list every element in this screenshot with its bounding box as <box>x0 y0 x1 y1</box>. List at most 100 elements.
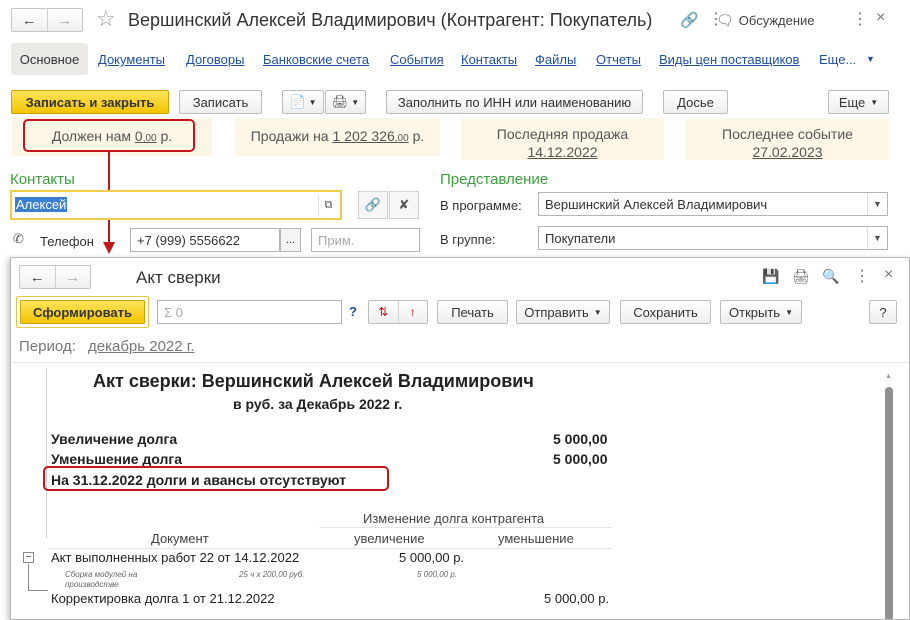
pointer-arrow-head <box>103 242 115 254</box>
collapse-group-button[interactable]: − <box>23 552 34 563</box>
fill-by-inn-button[interactable]: Заполнить по ИНН или наименованию <box>386 90 643 114</box>
print-button[interactable]: Печать <box>437 300 508 324</box>
report-window: ← → Акт сверки 💾 🖨 🔍 ⋮ × Сформировать Σ … <box>10 257 910 620</box>
last-sale-date[interactable]: 14.12.2022 <box>461 143 664 161</box>
last-event-info: Последнее событие 27.02.2023 <box>686 118 889 160</box>
row2-decrease: 5 000,00 р. <box>544 591 610 606</box>
tab-documents[interactable]: Документы <box>98 52 165 67</box>
table-group-header: Изменение долга контрагента <box>363 511 545 526</box>
tab-supplier-prices[interactable]: Виды цен поставщиков <box>659 52 799 67</box>
last-event-date[interactable]: 27.02.2023 <box>686 143 889 161</box>
table-header-bottom-line <box>47 548 612 549</box>
tab-main[interactable]: Основное <box>11 43 88 75</box>
row2-document[interactable]: Корректировка долга 1 от 21.12.2022 <box>51 591 275 606</box>
create-based-on-button[interactable]: 📄 ▼ <box>282 90 324 114</box>
report-nav-buttons: ← → <box>19 265 91 289</box>
save-close-button[interactable]: Записать и закрыть <box>11 90 169 114</box>
tab-events[interactable]: События <box>390 52 444 67</box>
open-button[interactable]: Открыть ▼ <box>720 300 802 324</box>
chevron-down-icon: ▼ <box>308 97 317 107</box>
link-contact-button[interactable]: 🔗 <box>358 191 388 219</box>
window-title: Вершинский Алексей Владимирович (Контраг… <box>128 10 653 30</box>
back-arrow-icon[interactable]: ← <box>20 266 55 288</box>
chevron-down-icon[interactable]: ▼ <box>867 193 887 215</box>
program-field[interactable]: Вершинский Алексей Владимирович ▼ <box>538 192 888 216</box>
chevron-down-icon[interactable]: ▼ <box>867 227 887 249</box>
more-actions-label: Еще <box>838 94 866 110</box>
chat-icon: 🗨 <box>716 12 734 28</box>
decrease-value: 5 000,00 <box>553 451 608 467</box>
preview-icon[interactable]: 🔍 <box>822 268 839 285</box>
group-tree-elbow <box>28 590 48 591</box>
sum-field[interactable]: Σ 0 <box>157 300 342 324</box>
broken-link-icon: ✘ <box>398 197 410 212</box>
sum-placeholder: Σ 0 <box>164 304 183 320</box>
document-plus-icon: 📄 <box>289 94 306 109</box>
open-label: Открыть <box>729 304 781 320</box>
decrease-label: Уменьшение долга <box>51 451 183 467</box>
sort-ascending-icon[interactable]: ↑ <box>397 301 428 323</box>
forward-arrow-icon[interactable]: → <box>54 266 91 288</box>
help-link[interactable]: ? <box>349 304 357 319</box>
print-icon[interactable]: 🖨 <box>792 268 810 285</box>
row1-increase: 5 000,00 р. <box>399 550 465 565</box>
sales-suffix: р. <box>408 128 425 144</box>
save-report-button[interactable]: Сохранить <box>620 300 711 324</box>
forward-arrow-icon[interactable]: → <box>46 9 83 31</box>
phone-field[interactable]: +7 (999) 5556622 <box>130 228 280 252</box>
phone-label: Телефон <box>40 234 94 249</box>
close-icon[interactable]: × <box>876 9 885 27</box>
print-menu-button[interactable]: 🖨 ▼ <box>325 90 366 114</box>
contact-name-field[interactable]: Алексей ⧉ <box>10 190 342 220</box>
close-icon[interactable]: × <box>884 266 893 284</box>
tab-more[interactable]: Еще... <box>819 52 856 67</box>
help-button[interactable]: ? <box>869 300 897 324</box>
representation-heading: Представление <box>440 171 549 188</box>
tab-contacts[interactable]: Контакты <box>461 52 517 67</box>
sales-cents: ,00 <box>394 133 409 144</box>
phone-note-placeholder: Прим. <box>318 232 355 248</box>
more-vertical-icon-2[interactable]: ⋮ <box>852 9 868 29</box>
link-icon[interactable]: 🔗 <box>680 11 699 29</box>
discussion-button[interactable]: 🗨 Обсуждение <box>716 12 815 29</box>
tab-more-dropdown-icon[interactable]: ▼ <box>866 54 875 64</box>
vertical-scrollbar-thumb[interactable] <box>885 387 893 619</box>
save-button[interactable]: Записать <box>179 90 262 114</box>
last-sale-info: Последняя продажа 14.12.2022 <box>461 118 664 160</box>
scroll-up-arrow-icon[interactable]: ▲ <box>885 373 892 380</box>
save-disk-icon[interactable]: 💾 <box>762 268 779 285</box>
phone-value: +7 (999) 5556622 <box>137 232 241 248</box>
phone-more-button[interactable]: ... <box>280 228 301 252</box>
program-label: В программе: <box>440 198 522 213</box>
open-icon[interactable]: ⧉ <box>318 195 338 215</box>
sales-value-link[interactable]: 1 202 326,00 <box>332 128 408 144</box>
group-value: Покупатели <box>545 230 616 246</box>
tab-contracts[interactable]: Договоры <box>186 52 244 67</box>
discussion-label: Обсуждение <box>738 13 815 28</box>
row1-sub-doc-line1: Сборка модулей на <box>65 570 138 579</box>
dossier-button[interactable]: Досье <box>663 90 728 114</box>
group-label: В группе: <box>440 232 496 247</box>
tab-bank-accounts[interactable]: Банковские счета <box>263 52 369 67</box>
row1-document[interactable]: Акт выполненных работ 22 от 14.12.2022 <box>51 550 299 565</box>
tab-reports[interactable]: Отчеты <box>596 52 641 67</box>
phone-note-field[interactable]: Прим. <box>311 228 420 252</box>
contacts-heading: Контакты <box>10 171 75 188</box>
program-value: Вершинский Алексей Владимирович <box>545 196 768 212</box>
tab-files[interactable]: Файлы <box>535 52 576 67</box>
send-button[interactable]: Отправить ▼ <box>516 300 610 324</box>
row1-sub-qty: 25 ч х 200,00 руб. <box>239 570 305 579</box>
sort-descending-icon[interactable]: ⇅ <box>369 301 398 323</box>
more-vertical-icon[interactable]: ⋮ <box>854 266 870 286</box>
period-value[interactable]: декабрь 2022 г. <box>88 338 195 355</box>
favorite-star-icon[interactable]: ☆ <box>96 6 116 32</box>
sales-info: Продажи на 1 202 326,00 р. <box>235 118 440 156</box>
report-area: Акт сверки: Вершинский Алексей Владимиро… <box>11 363 909 619</box>
unlink-contact-button[interactable]: ✘ <box>389 191 419 219</box>
period-label: Период: <box>19 338 76 355</box>
generate-button[interactable]: Сформировать <box>20 300 145 324</box>
group-field[interactable]: Покупатели ▼ <box>538 226 888 250</box>
back-arrow-icon[interactable]: ← <box>12 9 47 31</box>
more-actions-button[interactable]: Еще ▼ <box>828 90 889 114</box>
chevron-down-icon: ▼ <box>351 97 360 107</box>
